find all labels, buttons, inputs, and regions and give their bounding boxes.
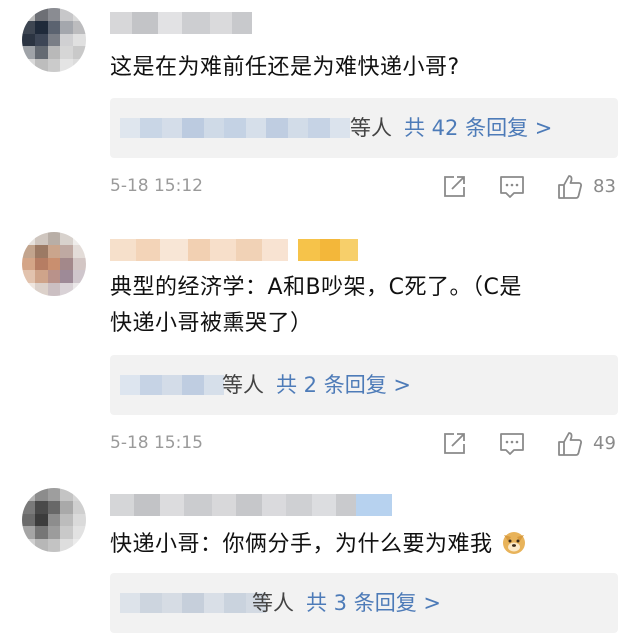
like-count: 49 xyxy=(593,433,616,454)
doge-emoji xyxy=(502,532,525,554)
replies-preview[interactable]: 等人共 3 条回复 > xyxy=(110,573,618,633)
like-icon[interactable] xyxy=(556,430,584,458)
reply-users-blurred xyxy=(120,375,224,395)
reply-users-blurred xyxy=(120,593,266,613)
reply-count-link[interactable]: 共 42 条回复 > xyxy=(404,116,552,140)
share-icon[interactable] xyxy=(440,173,468,201)
comment-text-line-1: 典型的经济学：A和B吵架，C死了。（C是 xyxy=(110,275,522,300)
avatar[interactable] xyxy=(22,8,86,72)
username-blurred[interactable] xyxy=(110,12,252,34)
replies-preview[interactable]: 等人共 42 条回复 > xyxy=(110,98,618,158)
comment-text: 典型的经济学：A和B吵架，C死了。（C是 快递小哥被熏哭了） xyxy=(110,270,615,342)
comment-meta: 5-18 15:15 49 xyxy=(110,430,620,460)
reply-users-suffix: 等人 xyxy=(350,116,392,140)
comment-text: 这是在为难前任还是为难快递小哥? xyxy=(110,55,460,80)
like-icon[interactable] xyxy=(556,173,584,201)
replies-preview[interactable]: 等人共 2 条回复 > xyxy=(110,355,618,415)
username-blurred[interactable] xyxy=(110,494,392,516)
reply-users-suffix: 等人 xyxy=(252,591,294,615)
comment-text-content: 快递小哥：你俩分手，为什么要为难我 xyxy=(110,532,493,557)
timestamp: 5-18 15:12 xyxy=(110,176,203,196)
comment-icon[interactable] xyxy=(498,173,526,201)
reply-count-link[interactable]: 共 2 条回复 > xyxy=(276,373,411,397)
timestamp: 5-18 15:15 xyxy=(110,433,203,453)
like-count: 83 xyxy=(593,176,616,197)
reply-users-suffix: 等人 xyxy=(222,373,264,397)
reply-count-link[interactable]: 共 3 条回复 > xyxy=(306,591,441,615)
share-icon[interactable] xyxy=(440,430,468,458)
comment-icon[interactable] xyxy=(498,430,526,458)
avatar[interactable] xyxy=(22,488,86,552)
comment-text-line-2: 快递小哥被熏哭了） xyxy=(110,311,313,336)
comment-text: 快递小哥：你俩分手，为什么要为难我 xyxy=(110,527,615,563)
reply-users-blurred xyxy=(120,118,350,138)
comment-meta: 5-18 15:12 83 xyxy=(110,173,620,203)
avatar[interactable] xyxy=(22,232,86,296)
username-blurred[interactable] xyxy=(110,239,358,261)
